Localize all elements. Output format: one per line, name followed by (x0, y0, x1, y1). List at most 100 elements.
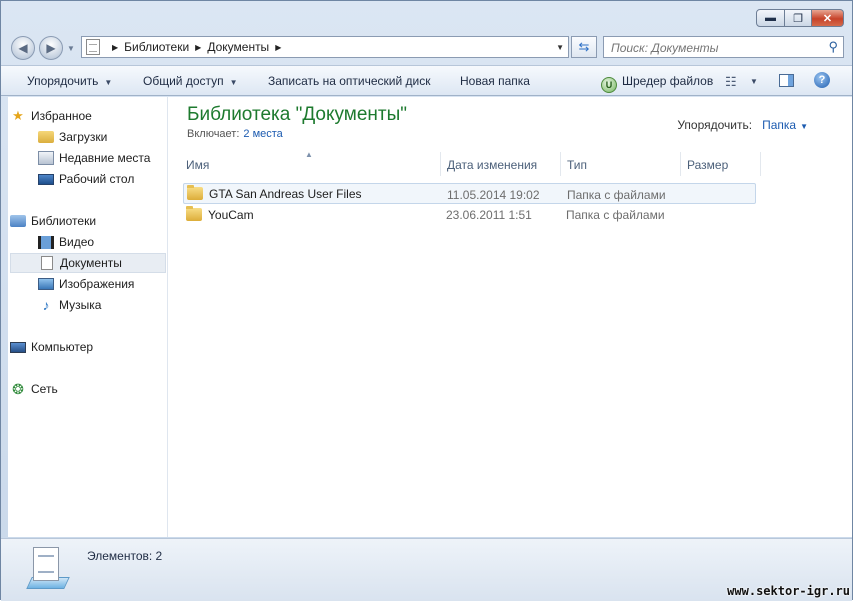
libraries-icon (10, 215, 26, 227)
sidebar-item-label: Рабочий стол (59, 172, 135, 186)
refresh-button[interactable]: ⇆ (571, 36, 597, 58)
sidebar-item-label: Изображения (59, 277, 135, 291)
pictures-icon (38, 278, 54, 290)
close-button[interactable]: ✕ (812, 9, 844, 27)
downloads-folder-icon (38, 131, 54, 143)
arrange-by: Упорядочить: Папка ▼ (677, 118, 808, 132)
preview-pane-icon[interactable] (779, 74, 794, 87)
folder-icon (186, 206, 202, 221)
video-icon (38, 235, 54, 249)
sidebar-item-label: Документы (60, 256, 122, 270)
sidebar-item-label: Музыка (59, 298, 102, 312)
table-row[interactable]: GTA San Andreas User Files 11.05.2014 19… (183, 183, 756, 204)
sidebar-item-label: Загрузки (59, 130, 108, 144)
details-pane: Элементов: 2 (1, 538, 852, 601)
file-name: YouCam (208, 207, 254, 222)
sidebar-item-label: Избранное (31, 109, 92, 123)
navigation-bar: ◀ ▶ ▼ ▶ Библиотеки ▶ Документы ▶ ▼ ⇆ ⚲ (1, 32, 852, 62)
breadcrumb-chevron-right-icon[interactable]: ▶ (195, 43, 201, 52)
documents-library-large-icon (26, 547, 70, 591)
arrange-by-dropdown[interactable]: Папка (762, 118, 796, 132)
organize-button[interactable]: Упорядочить ▼ (27, 74, 112, 88)
column-header-name[interactable]: Имя (180, 152, 441, 176)
explorer-window: ▬ ❐ ✕ ◀ ▶ ▼ ▶ Библиотеки ▶ Документы ▶ ▼… (0, 0, 853, 601)
file-shredder-button[interactable]: U Шредер файлов (601, 74, 713, 93)
sidebar-item-video[interactable]: Видео (38, 232, 165, 252)
address-bar[interactable]: ▶ Библиотеки ▶ Документы ▶ ▼ (81, 36, 569, 58)
sidebar-item-desktop[interactable]: Рабочий стол (38, 169, 165, 189)
file-date: 23.06.2011 1:51 (446, 208, 532, 222)
column-header-size[interactable]: Размер (681, 152, 761, 176)
sidebar-item-libraries[interactable]: Библиотеки (10, 211, 165, 231)
search-input[interactable] (609, 38, 823, 58)
file-name: GTA San Andreas User Files (209, 186, 362, 201)
change-view-icon[interactable]: ☷ (725, 74, 737, 90)
share-label: Общий доступ (143, 74, 224, 88)
desktop-icon (38, 173, 54, 185)
new-folder-button[interactable]: Новая папка (460, 74, 530, 88)
refresh-icon: ⇆ (578, 39, 590, 54)
help-icon[interactable]: ? (814, 72, 830, 88)
forward-arrow-icon: ▶ (46, 41, 56, 55)
address-history-chevron-down-icon[interactable]: ▼ (556, 43, 564, 52)
file-list-pane: Библиотека "Документы" Включает: 2 места … (168, 97, 852, 537)
sidebar-item-recent-places[interactable]: Недавние места (38, 148, 165, 168)
breadcrumb-libraries[interactable]: Библиотеки (124, 40, 189, 54)
file-date: 11.05.2014 19:02 (447, 188, 540, 202)
back-button[interactable]: ◀ (11, 36, 35, 60)
sidebar-item-label: Видео (59, 235, 95, 249)
shredder-label: Шредер файлов (622, 74, 714, 88)
sidebar-item-label: Сеть (31, 382, 58, 396)
sidebar-item-music[interactable]: ♪ Музыка (38, 295, 165, 315)
sidebar-item-network[interactable]: ❂ Сеть (10, 379, 165, 399)
breadcrumb-documents[interactable]: Документы (207, 40, 269, 54)
sidebar-item-computer[interactable]: Компьютер (10, 337, 165, 357)
shredder-icon: U (601, 77, 617, 93)
table-row[interactable]: YouCam 23.06.2011 1:51 Папка с файлами (183, 204, 756, 225)
music-note-icon: ♪ (42, 297, 50, 313)
column-header-type[interactable]: Тип (561, 152, 681, 176)
file-type: Папка с файлами (567, 188, 666, 202)
chevron-down-icon: ▼ (229, 78, 238, 87)
includes-locations-link[interactable]: 2 места (243, 128, 282, 140)
sidebar-item-documents[interactable]: Документы (10, 253, 166, 273)
chevron-down-icon: ▼ (104, 78, 113, 87)
command-bar: Упорядочить ▼ Общий доступ ▼ Записать на о… (1, 65, 852, 96)
share-button[interactable]: Общий доступ ▼ (143, 74, 238, 88)
title-bar: ▬ ❐ ✕ (1, 1, 852, 31)
navigation-pane: ★ Избранное Загрузки Недавние места Рабоч… (8, 97, 168, 537)
maximize-button[interactable]: ❐ (785, 9, 812, 27)
file-type: Папка с файлами (566, 208, 665, 222)
sidebar-item-favorites[interactable]: ★ Избранное (10, 106, 165, 126)
organize-label: Упорядочить (27, 74, 99, 88)
minimize-button[interactable]: ▬ (756, 9, 785, 27)
burn-disc-button[interactable]: Записать на оптический диск (268, 74, 431, 88)
recent-places-icon (38, 151, 54, 165)
column-header-date[interactable]: Дата изменения (441, 152, 561, 176)
views-chevron-down-icon[interactable]: ▼ (750, 77, 758, 86)
folder-icon (187, 185, 203, 200)
breadcrumb-chevron-right-icon[interactable]: ▶ (112, 43, 118, 52)
library-title: Библиотека "Документы" (187, 104, 408, 125)
item-count: Элементов: 2 (87, 549, 163, 563)
sidebar-item-label: Компьютер (31, 340, 94, 354)
includes-label: Включает: (187, 128, 240, 140)
computer-icon (10, 341, 26, 353)
arrange-label: Упорядочить: (677, 118, 753, 132)
search-box: ⚲ (603, 36, 844, 58)
sidebar-item-label: Библиотеки (31, 214, 97, 228)
breadcrumb-chevron-right-icon[interactable]: ▶ (275, 43, 281, 52)
watermark: www.sektor-igr.ru (727, 584, 850, 598)
sidebar-item-pictures[interactable]: Изображения (38, 274, 165, 294)
document-icon (41, 256, 53, 270)
network-globe-icon: ❂ (12, 380, 24, 397)
back-arrow-icon: ◀ (18, 41, 28, 55)
recent-pages-chevron-down-icon[interactable]: ▼ (67, 44, 75, 53)
chevron-down-icon[interactable]: ▼ (800, 122, 808, 131)
library-includes: Включает: 2 места (187, 128, 283, 140)
search-icon[interactable]: ⚲ (828, 39, 838, 55)
star-icon: ★ (12, 108, 24, 123)
documents-library-icon (86, 39, 100, 55)
sidebar-item-downloads[interactable]: Загрузки (38, 127, 165, 147)
forward-button[interactable]: ▶ (39, 36, 63, 60)
